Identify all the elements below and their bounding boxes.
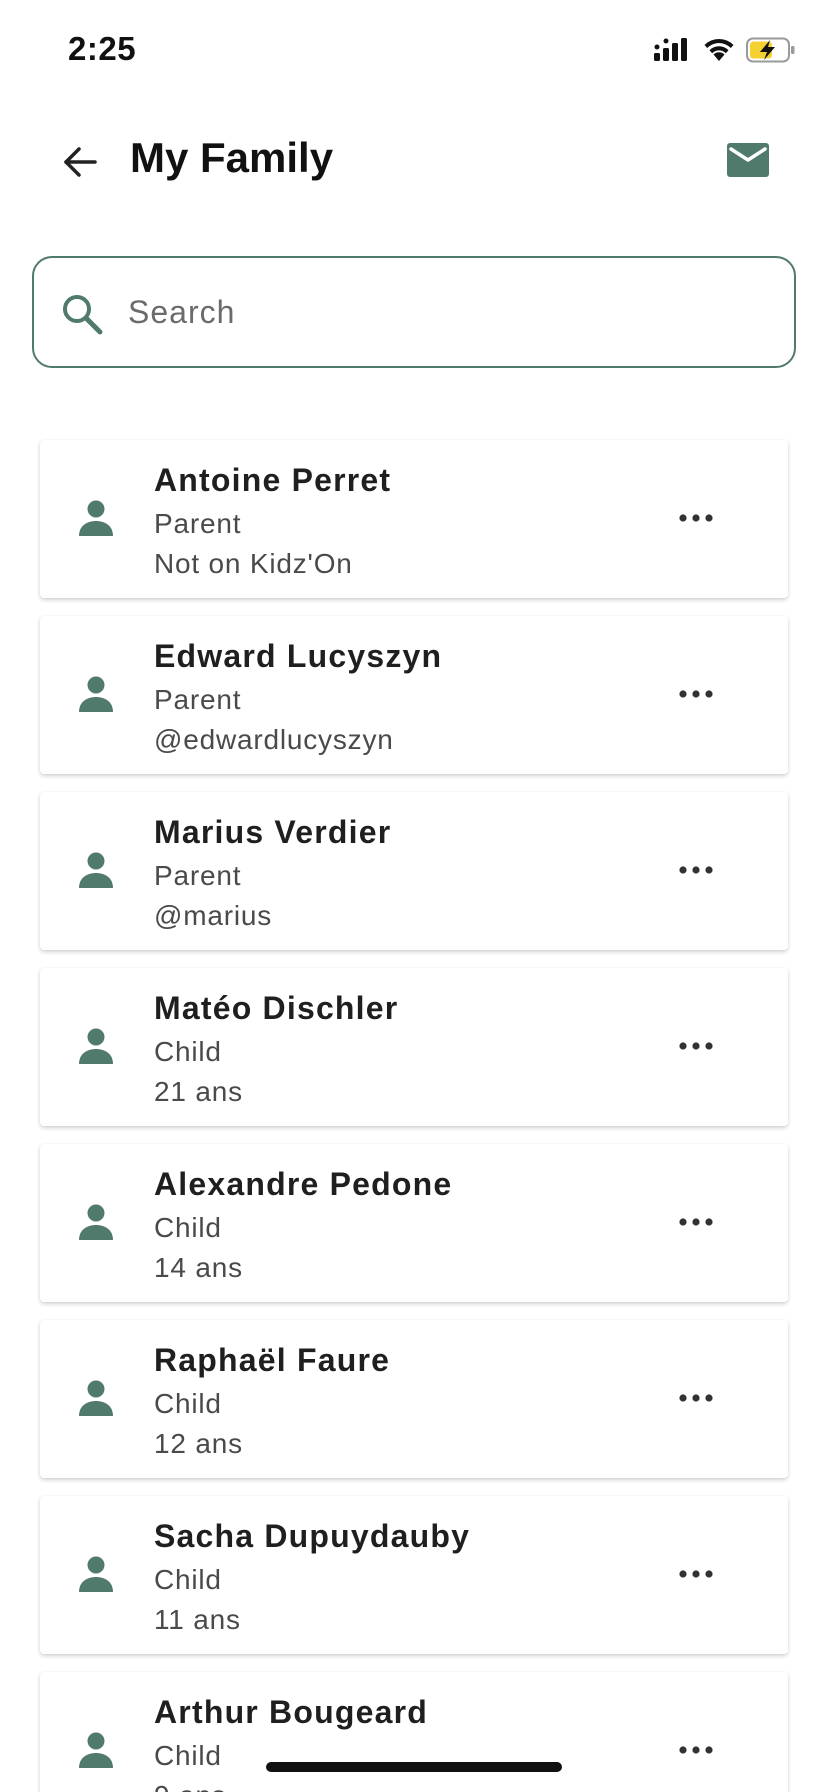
more-horizontal-icon: [679, 866, 713, 874]
search-box[interactable]: [32, 256, 796, 368]
member-card[interactable]: Raphaël Faure Child 12 ans: [40, 1320, 788, 1478]
back-button[interactable]: [56, 138, 104, 186]
member-role: Child: [154, 1212, 222, 1243]
member-card[interactable]: Sacha Dupuydauby Child 11 ans: [40, 1496, 788, 1654]
member-name: Alexandre Pedone: [154, 1166, 453, 1202]
member-name: Edward Lucyszyn: [154, 638, 443, 674]
more-options-button[interactable]: [676, 1204, 716, 1240]
status-bar: 2:25: [0, 0, 828, 100]
member-detail: 11 ans: [154, 1604, 241, 1635]
mail-button[interactable]: [724, 140, 772, 180]
member-name: Matéo Dischler: [154, 990, 399, 1026]
more-horizontal-icon: [679, 1042, 713, 1050]
more-horizontal-icon: [679, 514, 713, 522]
member-card[interactable]: Arthur Bougeard Child 9 ans: [40, 1672, 788, 1792]
member-card[interactable]: Edward Lucyszyn Parent @edwardlucyszyn: [40, 616, 788, 774]
member-card[interactable]: Antoine Perret Parent Not on Kidz'On: [40, 440, 788, 598]
person-icon: [79, 852, 113, 888]
member-card[interactable]: Matéo Dischler Child 21 ans: [40, 968, 788, 1126]
cellular-signal-icon: [654, 38, 687, 61]
person-icon: [79, 1028, 113, 1064]
member-role: Child: [154, 1036, 222, 1067]
member-name: Antoine Perret: [154, 462, 392, 498]
more-horizontal-icon: [679, 690, 713, 698]
more-options-button[interactable]: [676, 852, 716, 888]
more-options-button[interactable]: [676, 1380, 716, 1416]
more-options-button[interactable]: [676, 676, 716, 712]
person-icon: [79, 676, 113, 712]
person-icon: [79, 1204, 113, 1240]
member-detail: 14 ans: [154, 1252, 243, 1283]
more-options-button[interactable]: [676, 1028, 716, 1064]
more-horizontal-icon: [679, 1394, 713, 1402]
wifi-icon: [704, 38, 734, 61]
member-role: Parent: [154, 508, 242, 539]
more-options-button[interactable]: [676, 500, 716, 536]
member-name: Sacha Dupuydauby: [154, 1518, 471, 1554]
member-list: Antoine Perret Parent Not on Kidz'On Edw…: [40, 440, 788, 1792]
member-detail: 21 ans: [154, 1076, 243, 1107]
battery-charging-icon: [746, 37, 795, 63]
status-icons: [654, 34, 796, 66]
member-role: Parent: [154, 860, 242, 891]
more-options-button[interactable]: [676, 1556, 716, 1592]
member-detail: 9 ans: [154, 1780, 227, 1792]
arrow-left-icon: [64, 147, 97, 177]
page-title: My Family: [130, 134, 334, 181]
person-icon: [79, 1380, 113, 1416]
member-role: Child: [154, 1564, 222, 1595]
member-card[interactable]: Marius Verdier Parent @marius: [40, 792, 788, 950]
status-time: 2:25: [68, 30, 137, 67]
more-horizontal-icon: [679, 1746, 713, 1754]
more-horizontal-icon: [679, 1218, 713, 1226]
member-card[interactable]: Alexandre Pedone Child 14 ans: [40, 1144, 788, 1302]
app-header: My Family: [0, 110, 828, 210]
my-family-screen: 2:25 My Family Search Antoine Perret Par…: [0, 0, 828, 1792]
member-detail: 12 ans: [154, 1428, 243, 1459]
member-role: Child: [154, 1388, 222, 1419]
more-horizontal-icon: [679, 1570, 713, 1578]
home-indicator: [266, 1762, 562, 1772]
member-detail: @marius: [154, 900, 273, 931]
member-name: Marius Verdier: [154, 814, 392, 850]
member-role: Parent: [154, 684, 242, 715]
member-role: Child: [154, 1740, 222, 1771]
person-icon: [79, 1732, 113, 1768]
person-icon: [79, 1556, 113, 1592]
more-options-button[interactable]: [676, 1732, 716, 1768]
search-icon: [63, 295, 103, 335]
member-detail: @edwardlucyszyn: [154, 724, 394, 755]
member-detail: Not on Kidz'On: [154, 548, 353, 579]
search-input[interactable]: [128, 282, 748, 342]
envelope-icon: [727, 143, 769, 177]
person-icon: [79, 500, 113, 536]
member-name: Raphaël Faure: [154, 1342, 391, 1378]
member-name: Arthur Bougeard: [154, 1694, 428, 1730]
